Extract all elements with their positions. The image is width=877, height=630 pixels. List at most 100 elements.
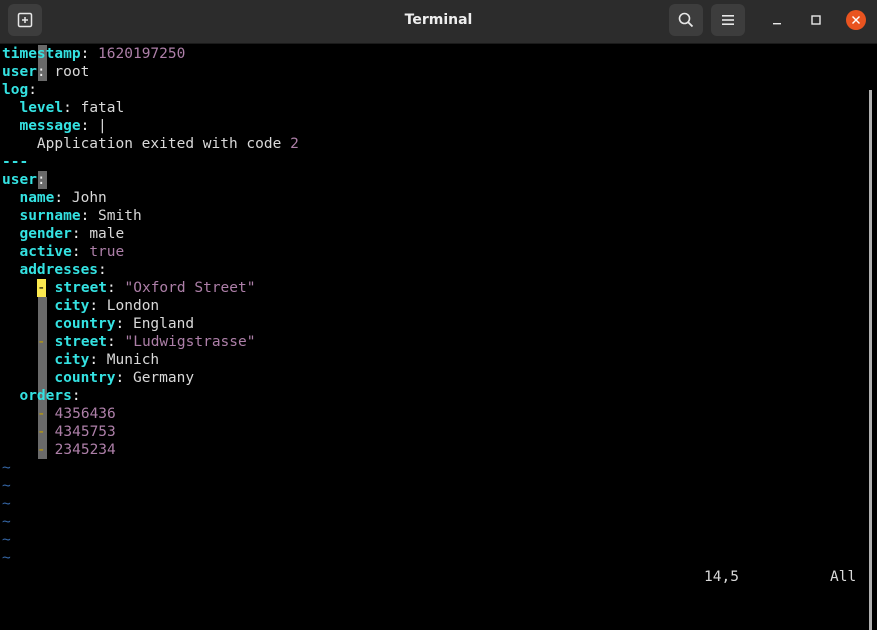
editor-line: Application exited with code 2 — [2, 135, 299, 153]
yaml-separator: : — [98, 262, 107, 278]
menu-button[interactable] — [711, 4, 745, 36]
editor-line: - 2345234 — [2, 441, 116, 459]
yaml-key: name — [19, 190, 55, 206]
editor-line: user: — [2, 171, 46, 189]
yaml-value: 2345234 — [54, 442, 116, 458]
yaml-separator: : — [54, 190, 72, 206]
yaml-separator: : — [80, 118, 99, 134]
yaml-key: active — [19, 244, 72, 260]
editor-line: country: Germany — [2, 369, 194, 387]
yaml-key: addresses — [19, 262, 99, 278]
editor-line: log: — [2, 81, 37, 99]
close-button[interactable] — [844, 4, 868, 36]
yaml-separator: : — [71, 388, 81, 404]
scrollbar[interactable] — [869, 90, 872, 630]
cursor-position: 14,5 — [704, 569, 739, 585]
yaml-separator: : — [115, 316, 133, 332]
list-dash: - — [36, 334, 46, 350]
editor-line: level: fatal — [2, 99, 124, 117]
yaml-separator: : — [107, 280, 125, 296]
yaml-value: "Ludwigstrasse" — [124, 334, 256, 350]
editor-line: active: true — [2, 243, 124, 261]
editor-line: addresses: — [2, 261, 107, 279]
editor-line: timestamp: 1620197250 — [2, 45, 185, 63]
yaml-separator: : — [89, 298, 107, 314]
yaml-value: England — [132, 316, 195, 332]
close-circle — [846, 10, 866, 30]
editor-line: city: London — [2, 297, 159, 315]
yaml-key: surname — [19, 208, 81, 224]
editor-line: - street: "Oxford Street" — [2, 279, 255, 297]
yaml-key: city — [54, 352, 90, 368]
list-dash: - — [36, 279, 46, 297]
list-dash: - — [36, 442, 46, 458]
editor-line: - 4356436 — [2, 405, 116, 423]
yaml-separator: : — [89, 352, 107, 368]
yaml-key: street — [54, 280, 108, 296]
yaml-value: John — [71, 190, 107, 206]
editor-line: - 4345753 — [2, 423, 116, 441]
close-icon — [852, 16, 860, 24]
editor-line: --- — [2, 153, 28, 171]
yaml-key: user — [2, 172, 37, 188]
yaml-separator: : — [80, 46, 99, 62]
minimize-icon — [773, 23, 781, 25]
yaml-value: Application exited with code — [36, 136, 291, 152]
yaml-key: timestamp — [2, 46, 81, 62]
yaml-key: country — [54, 316, 116, 332]
yaml-key: gender — [19, 226, 72, 242]
yaml-key: city — [54, 298, 90, 314]
empty-line-tilde: ~ — [2, 496, 11, 512]
search-button[interactable] — [669, 4, 703, 36]
yaml-value: London — [106, 298, 160, 314]
title-bar: Terminal — [0, 0, 877, 44]
document-separator: --- — [2, 154, 29, 170]
yaml-key: street — [54, 334, 108, 350]
maximize-button[interactable] — [804, 4, 828, 36]
yaml-separator: : — [107, 334, 125, 350]
new-tab-button[interactable] — [8, 4, 42, 36]
terminal-editor[interactable]: 14,5 All timestamp: 1620197250 user: root… — [0, 45, 877, 630]
yaml-value: Smith — [98, 208, 142, 224]
editor-line: - street: "Ludwigstrasse" — [2, 333, 256, 351]
empty-line-tilde: ~ — [2, 550, 11, 566]
window-title: Terminal — [404, 12, 473, 28]
empty-line-tilde: ~ — [2, 532, 11, 548]
empty-line-tilde: ~ — [2, 514, 11, 530]
search-icon — [678, 12, 694, 28]
list-dash: - — [36, 424, 46, 440]
maximize-icon — [811, 15, 821, 25]
yaml-value: | — [98, 118, 107, 134]
minimize-button[interactable] — [765, 4, 789, 36]
editor-line: country: England — [2, 315, 194, 333]
hamburger-menu-icon — [722, 15, 734, 25]
yaml-separator: : — [71, 244, 90, 260]
yaml-separator: : — [36, 64, 55, 80]
yaml-key: country — [54, 370, 116, 386]
yaml-value: root — [54, 64, 90, 80]
yaml-value: 1620197250 — [98, 46, 186, 62]
empty-line-tilde: ~ — [2, 460, 11, 476]
scroll-indicator: All — [830, 569, 857, 585]
yaml-key: message — [19, 118, 81, 134]
yaml-value: Germany — [132, 370, 195, 386]
yaml-value: 4345753 — [54, 424, 116, 440]
yaml-separator: : — [63, 100, 81, 116]
yaml-separator: : — [80, 208, 99, 224]
